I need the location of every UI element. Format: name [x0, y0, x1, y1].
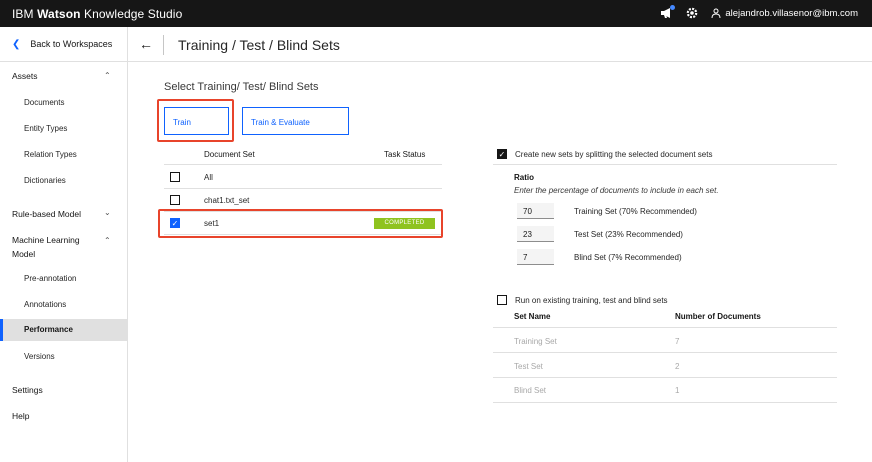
table-row: All — [164, 166, 442, 189]
column-header-document-set: Document Set — [204, 150, 255, 159]
highlight-box — [157, 99, 234, 142]
ratio-title: Ratio — [514, 173, 534, 182]
user-menu[interactable]: alejandrob.villasenor@ibm.com — [711, 8, 858, 19]
sidebar-section-label-line2: Model — [12, 249, 36, 259]
back-to-workspaces-label: Back to Workspaces — [30, 39, 113, 49]
back-to-workspaces-link[interactable]: ❮ Back to Workspaces — [0, 27, 128, 62]
column-header-task-status: Task Status — [384, 150, 426, 159]
table-divider — [493, 402, 837, 403]
chevron-left-icon: ❮ — [12, 38, 21, 50]
existing-sets-checkbox[interactable] — [497, 295, 507, 305]
select-sets-heading: Select Training/ Test/ Blind Sets — [164, 81, 319, 93]
divider — [493, 164, 837, 165]
create-sets-label: Create new sets by splitting the selecte… — [515, 150, 713, 159]
document-count-cell: 1 — [675, 386, 680, 395]
training-set-label: Training Set (70% Recommended) — [574, 207, 697, 216]
chevron-up-icon: ⌃ — [104, 236, 111, 245]
document-count-cell: 2 — [675, 362, 680, 371]
row-checkbox[interactable] — [170, 172, 180, 182]
user-icon — [711, 8, 721, 18]
sidebar-section-rule-based-model[interactable]: Rule-based Model ⌄ — [12, 208, 111, 219]
sidebar-section-label: Machine Learning — [12, 235, 80, 245]
existing-sets-label: Run on existing training, test and blind… — [515, 296, 668, 305]
sidebar-item-versions[interactable]: Versions — [24, 352, 55, 361]
row-checkbox[interactable] — [170, 195, 180, 205]
page-header: ← Training / Test / Blind Sets — [128, 27, 872, 62]
sidebar-item-settings[interactable]: Settings — [12, 385, 43, 395]
table-header-divider — [164, 164, 442, 165]
blind-set-label: Blind Set (7% Recommended) — [574, 253, 682, 262]
set-name-cell: Test Set — [514, 362, 543, 371]
table-divider — [493, 352, 837, 353]
create-sets-checkbox[interactable]: ✓ — [497, 149, 507, 159]
train-evaluate-button[interactable]: Train & Evaluate — [242, 107, 349, 135]
app-brand: IBM Watson Knowledge Studio — [12, 7, 182, 21]
set-name-cell: Blind Set — [514, 386, 547, 395]
megaphone-icon[interactable] — [659, 5, 676, 20]
table-divider — [493, 327, 837, 328]
page-title: Training / Test / Blind Sets — [178, 37, 340, 53]
row-name: chat1.txt_set — [204, 196, 250, 205]
test-set-percent-input[interactable]: 23 — [517, 226, 554, 242]
brand-bold: Watson — [37, 7, 81, 21]
top-bar: IBM Watson Knowledge Studio alejandrob.v… — [0, 0, 872, 27]
document-count-cell: 7 — [675, 337, 680, 346]
row-name: All — [204, 173, 213, 182]
chevron-down-icon: ⌄ — [104, 208, 111, 217]
brand-suffix: Knowledge Studio — [80, 7, 183, 21]
chevron-up-icon: ⌃ — [104, 71, 111, 80]
sidebar-item-performance[interactable]: Performance — [0, 319, 127, 341]
ratio-description: Enter the percentage of documents to inc… — [514, 186, 719, 195]
notification-dot — [670, 5, 676, 10]
sidebar-section-label: Rule-based Model — [12, 209, 81, 219]
column-header-set-name: Set Name — [514, 312, 551, 321]
set-name-cell: Training Set — [514, 337, 557, 346]
sidebar-item-help[interactable]: Help — [12, 411, 29, 421]
sidebar-section-label: Assets — [12, 71, 38, 81]
arrow-left-icon[interactable]: ← — [139, 37, 153, 51]
blind-set-percent-input[interactable]: 7 — [517, 249, 554, 265]
training-set-percent-input[interactable]: 70 — [517, 203, 554, 219]
sidebar-item-entity-types[interactable]: Entity Types — [24, 124, 67, 133]
highlight-box — [158, 209, 443, 238]
sidebar-item-documents[interactable]: Documents — [24, 98, 64, 107]
column-header-number-of-documents: Number of Documents — [675, 312, 761, 321]
sidebar-section-assets[interactable]: Assets ⌃ — [12, 71, 111, 81]
sidebar-item-label: Performance — [24, 325, 73, 334]
sidebar-item-annotations[interactable]: Annotations — [24, 300, 66, 309]
sidebar-item-relation-types[interactable]: Relation Types — [24, 150, 77, 159]
sidebar-section-machine-learning-model[interactable]: Machine Learning Model ⌃ — [12, 235, 111, 259]
header-divider — [163, 35, 164, 55]
gear-icon[interactable] — [685, 6, 699, 20]
sidebar-item-pre-annotation[interactable]: Pre-annotation — [24, 274, 76, 283]
brand-prefix: IBM — [12, 7, 34, 21]
table-divider — [493, 377, 837, 378]
test-set-label: Test Set (23% Recommended) — [574, 230, 683, 239]
sidebar-item-dictionaries[interactable]: Dictionaries — [24, 176, 66, 185]
sidebar: ❮ Back to Workspaces Assets ⌃ Documents … — [0, 27, 128, 462]
user-email: alejandrob.villasenor@ibm.com — [725, 7, 858, 19]
